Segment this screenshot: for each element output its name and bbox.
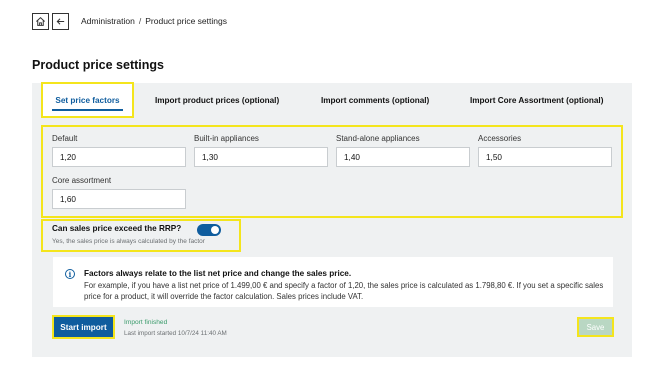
top-navigation: Administration / Product price settings <box>32 12 227 30</box>
stand-alone-factor-label: Stand-alone appliances <box>336 134 420 143</box>
default-factor-label: Default <box>52 134 78 143</box>
rrp-toggle-group: Can sales price exceed the RRP? Yes, the… <box>41 219 241 252</box>
breadcrumb-current: Product price settings <box>145 16 227 26</box>
page-title: Product price settings <box>32 58 164 72</box>
breadcrumb: Administration / Product price settings <box>81 16 227 26</box>
breadcrumb-parent[interactable]: Administration <box>81 16 135 26</box>
save-button[interactable]: Save <box>577 317 614 337</box>
rrp-toggle-description: Yes, the sales price is always calculate… <box>52 238 205 245</box>
stand-alone-factor-input[interactable]: 1,40 <box>336 147 470 167</box>
tab-bar: Set price factors Import product prices … <box>32 82 632 118</box>
breadcrumb-separator: / <box>138 16 142 26</box>
info-title: Factors always relate to the list net pr… <box>84 269 352 278</box>
price-factor-fields: Default 1,20 Built-in appliances 1,30 St… <box>41 125 623 218</box>
built-in-factor-input[interactable]: 1,30 <box>194 147 328 167</box>
built-in-factor-field: Built-in appliances 1,30 <box>194 134 328 167</box>
home-icon <box>36 16 45 26</box>
rrp-toggle-label: Can sales price exceed the RRP? <box>52 224 182 233</box>
rrp-toggle-switch[interactable] <box>197 224 221 236</box>
built-in-factor-label: Built-in appliances <box>194 134 259 143</box>
default-factor-field: Default 1,20 <box>52 134 186 167</box>
stand-alone-factor-field: Stand-alone appliances 1,40 <box>336 134 470 167</box>
tab-set-price-factors[interactable]: Set price factors <box>41 82 134 118</box>
info-notice: i Factors always relate to the list net … <box>53 257 613 307</box>
home-button[interactable] <box>32 12 49 30</box>
tab-import-comments[interactable]: Import comments (optional) <box>321 83 429 117</box>
accessories-factor-label: Accessories <box>478 134 522 143</box>
default-factor-input[interactable]: 1,20 <box>52 147 186 167</box>
tab-import-product-prices[interactable]: Import product prices (optional) <box>155 83 279 117</box>
settings-panel: Set price factors Import product prices … <box>32 82 632 357</box>
accessories-factor-field: Accessories 1,50 <box>478 134 612 167</box>
accessories-factor-input[interactable]: 1,50 <box>478 147 612 167</box>
info-text: For example, if you have a list net pric… <box>84 281 604 301</box>
arrow-left-icon <box>56 17 65 25</box>
last-import-timestamp: Last import started 10/7/24 11:40 AM <box>124 330 227 337</box>
toggle-knob <box>211 226 219 234</box>
core-assortment-factor-label: Core assortment <box>52 176 112 185</box>
back-button[interactable] <box>52 12 69 30</box>
info-icon: i <box>65 269 75 279</box>
import-status-text: Import finished <box>124 319 168 326</box>
core-assortment-factor-field: Core assortment 1,60 <box>52 176 186 209</box>
start-import-button[interactable]: Start import <box>52 315 115 339</box>
tab-import-core-assortment[interactable]: Import Core Assortment (optional) <box>470 83 603 117</box>
core-assortment-factor-input[interactable]: 1,60 <box>52 189 186 209</box>
